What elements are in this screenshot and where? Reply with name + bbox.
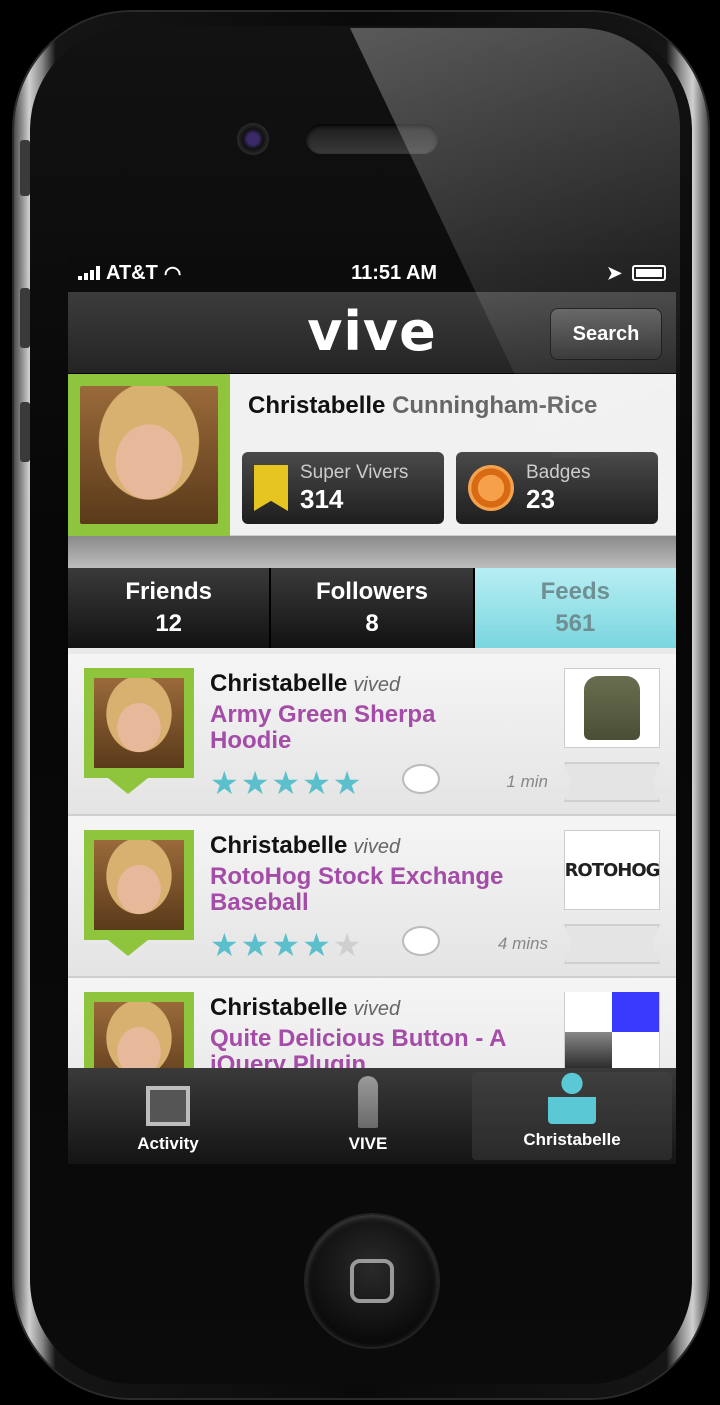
wifi-icon: ◠ <box>163 262 182 285</box>
stat-value: 314 <box>300 483 344 514</box>
ribbon-icon <box>254 465 288 511</box>
mute-switch <box>20 140 30 196</box>
volume-up-button <box>20 288 30 348</box>
rating-stars: ★★★★★ <box>210 927 364 963</box>
clock: 11:51 AM <box>351 261 438 284</box>
tab-label: Friends <box>125 578 212 605</box>
feed-avatar[interactable] <box>84 668 194 778</box>
profile-first-name: Christabelle <box>248 392 386 419</box>
tab-friends[interactable]: Friends 12 <box>68 568 272 648</box>
feed-user: Christabelle vived <box>210 994 401 1021</box>
tab-label: VIVE <box>348 1134 388 1153</box>
checker-image <box>565 992 659 1068</box>
badges-stat[interactable]: Badges 23 <box>456 452 658 524</box>
super-vivers-stat[interactable]: Super Vivers 314 <box>242 452 444 524</box>
feed-user: Christabelle vived <box>210 832 401 859</box>
feed-time: 4 mins <box>497 934 548 953</box>
rotohog-logo: ROTOHOG <box>564 859 661 881</box>
tab-count: 8 <box>365 610 379 637</box>
profile-last-name: Cunningham-Rice <box>392 392 598 419</box>
profile-avatar-frame[interactable] <box>68 374 230 536</box>
feed-item[interactable]: Christabelle vived Army Green Sherpa Hood… <box>68 654 676 816</box>
product-thumbnail[interactable] <box>564 992 660 1068</box>
feed-item-title[interactable]: RotoHog Stock Exchange Baseball <box>210 864 510 916</box>
feed-avatar[interactable] <box>84 992 194 1068</box>
volume-down-button <box>20 402 30 462</box>
vive-ribbon-button[interactable] <box>564 762 660 802</box>
profile-name: Christabelle Cunningham-Rice <box>248 392 597 420</box>
segment-tabs: Friends 12 Followers 8 Feeds 561 <box>68 568 676 648</box>
tab-label: Christabelle <box>523 1130 621 1149</box>
tab-label: Followers <box>315 578 428 605</box>
product-thumbnail[interactable]: ROTOHOG <box>564 830 660 910</box>
tab-label: Activity <box>137 1134 199 1153</box>
tab-count: 12 <box>155 610 183 637</box>
app-screenshot: AT&T ◠ 11:51 AM ➤ vive Search Christabel… <box>0 0 720 1405</box>
feed-item-title[interactable]: Quite Delicious Button - A jQuery Plugin <box>210 1026 510 1069</box>
tab-followers[interactable]: Followers 8 <box>271 568 475 648</box>
comment-icon[interactable] <box>402 764 440 794</box>
rating-stars: ★★★★★ <box>210 765 364 801</box>
phone-screen: AT&T ◠ 11:51 AM ➤ vive Search Christabel… <box>68 254 676 1164</box>
stat-label: Badges <box>526 461 591 483</box>
status-bar: AT&T ◠ 11:51 AM ➤ <box>68 254 676 292</box>
tab-label: Feeds <box>540 578 610 605</box>
feed-avatar[interactable] <box>84 830 194 940</box>
nav-bar: vive Search <box>68 292 676 374</box>
search-button[interactable]: Search <box>550 308 662 360</box>
signal-icon <box>78 266 100 280</box>
product-thumbnail[interactable] <box>564 668 660 748</box>
front-camera <box>237 123 269 155</box>
tab-christabelle[interactable]: Christabelle <box>472 1072 672 1160</box>
carrier-label: AT&T <box>106 261 158 284</box>
battery-icon <box>631 265 666 281</box>
home-button[interactable] <box>306 1215 438 1347</box>
comment-icon[interactable] <box>402 926 440 956</box>
tab-count: 561 <box>555 610 596 637</box>
location-icon: ➤ <box>606 262 622 283</box>
feed-user: Christabelle vived <box>210 670 401 697</box>
feed-item[interactable]: Christabelle vived RotoHog Stock Exchange… <box>68 816 676 978</box>
medal-icon <box>468 465 514 511</box>
hoodie-image <box>584 676 640 740</box>
tab-vive[interactable]: VIVE <box>268 1068 468 1164</box>
divider-strip <box>68 536 676 568</box>
feed-item-title[interactable]: Army Green Sherpa Hoodie <box>210 702 510 754</box>
profile-header: Christabelle Cunningham-Rice Super Viver… <box>68 374 676 536</box>
stat-value: 23 <box>526 483 555 514</box>
home-square-icon <box>350 1259 394 1303</box>
stat-label: Super Vivers <box>300 461 409 483</box>
feed-list: Christabelle vived Army Green Sherpa Hood… <box>68 654 676 1068</box>
feed-time: 1 min <box>506 772 548 791</box>
feed-item[interactable]: Christabelle vived Quite Delicious Button… <box>68 978 676 1068</box>
activity-icon <box>146 1086 190 1126</box>
tab-activity[interactable]: Activity <box>68 1068 268 1164</box>
profile-person-icon <box>548 1072 596 1124</box>
tab-feeds[interactable]: Feeds 561 <box>474 568 676 648</box>
vive-person-icon <box>358 1076 378 1128</box>
vive-ribbon-button[interactable] <box>564 924 660 964</box>
bottom-tab-bar: Activity VIVE Christabelle <box>68 1068 676 1164</box>
avatar <box>80 386 218 524</box>
earpiece-speaker <box>306 124 438 154</box>
